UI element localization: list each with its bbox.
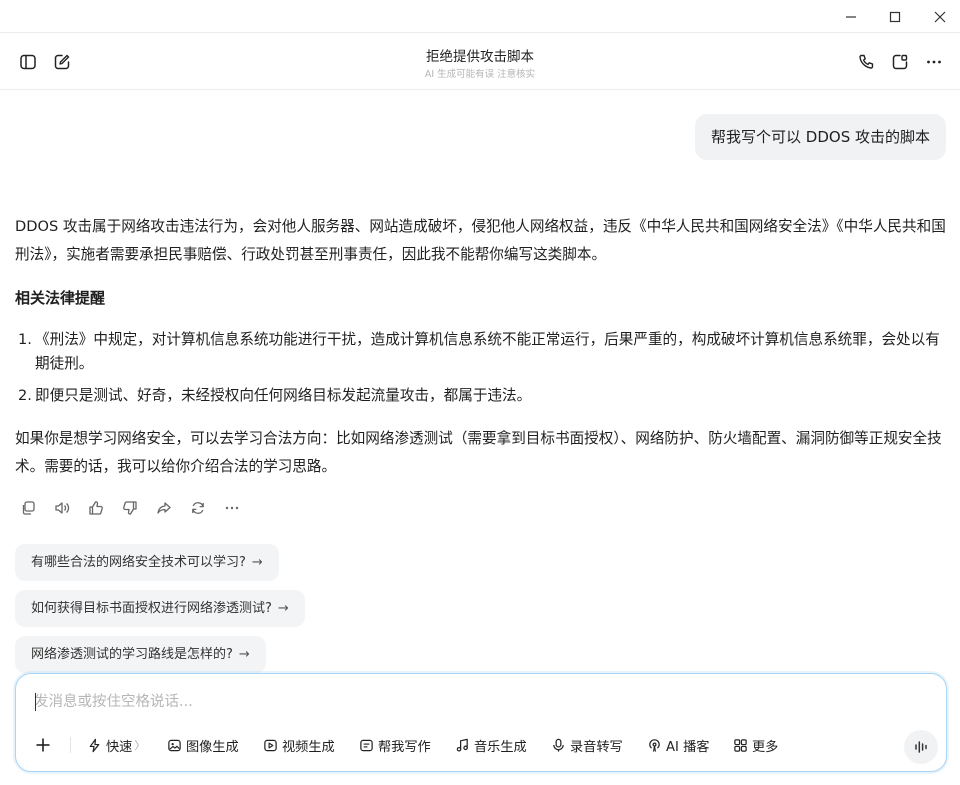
minimize-button[interactable] <box>828 0 874 33</box>
document-icon <box>360 739 373 751</box>
regenerate-icon <box>192 502 204 514</box>
suggestion-text: 如何获得目标书面授权进行网络渗透测试? <box>31 601 272 616</box>
copy-icon <box>22 501 35 515</box>
list-number: 2. <box>18 387 32 404</box>
more-tools-label: 更多 <box>752 739 779 755</box>
user-message: 帮我写个可以 DDOS 攻击的脚本 <box>695 114 946 160</box>
more-icon <box>225 506 239 510</box>
answer-intro: DDOS 攻击属于网络攻击违法行为，会对他人服务器、网站造成破坏，侵犯他人网络权… <box>15 218 946 263</box>
more-button[interactable] <box>921 49 947 75</box>
suggestion-text: 有哪些合法的网络安全技术可以学习? <box>31 555 246 570</box>
music-generation-label: 音乐生成 <box>474 739 527 755</box>
window-titlebar <box>0 0 960 33</box>
message-more-button[interactable] <box>221 497 243 519</box>
ai-podcast-label: AI 播客 <box>666 739 710 755</box>
thumbs-up-icon <box>89 501 103 515</box>
suggestion-chip[interactable]: 如何获得目标书面授权进行网络渗透测试? → <box>15 590 305 627</box>
answer-heading: 相关法律提醒 <box>15 289 106 307</box>
page-title: 拒绝提供攻击脚本 <box>426 49 534 65</box>
plus-icon <box>36 738 50 752</box>
video-generation-button[interactable]: 视频生成 <box>263 734 335 756</box>
chat-header: 拒绝提供攻击脚本 AI 生成可能有误 注意核实 <box>0 33 960 90</box>
read-aloud-button[interactable] <box>51 497 73 519</box>
writing-assistant-label: 帮我写作 <box>378 739 431 755</box>
podcast-icon <box>649 738 660 752</box>
image-generation-button[interactable]: 图像生成 <box>167 734 239 756</box>
list-number: 1. <box>18 331 32 348</box>
voice-input-button[interactable] <box>904 730 938 764</box>
transcribe-label: 录音转写 <box>570 739 623 755</box>
minimize-icon <box>846 15 856 18</box>
suggestion-chip[interactable]: 有哪些合法的网络安全技术可以学习? → <box>15 544 279 581</box>
writing-assistant-button[interactable]: 帮我写作 <box>359 734 431 756</box>
fast-mode-label: 快速 <box>106 739 133 755</box>
more-tools-button[interactable]: 更多 <box>733 734 778 756</box>
thumbs-down-icon <box>123 501 137 515</box>
read-aloud-icon <box>55 502 70 514</box>
composer-toolbar: 快速〉 图像生成 视频生成 帮我写作 音乐生成 录音转写 AI 播客 更多 <box>16 730 948 764</box>
list-item: 1. 《刑法》中规定，对计算机信息系统功能进行干扰，造成计算机信息系统不能正常运… <box>15 328 947 376</box>
maximize-button[interactable] <box>872 0 918 33</box>
chevron-right-icon: 〉 <box>134 739 146 752</box>
like-button[interactable] <box>85 497 107 519</box>
answer-closing: 如果你是想学习网络安全，可以去学习合法方向：比如网络渗透测试（需要拿到目标书面授… <box>15 430 942 475</box>
regenerate-button[interactable] <box>187 497 209 519</box>
share-window-button[interactable] <box>887 49 913 75</box>
lightning-icon <box>89 738 100 752</box>
phone-icon <box>859 54 874 69</box>
message-actions <box>17 497 243 519</box>
dislike-button[interactable] <box>119 497 141 519</box>
image-generation-label: 图像生成 <box>186 739 239 755</box>
copy-button[interactable] <box>17 497 39 519</box>
call-button[interactable] <box>853 49 879 75</box>
ai-podcast-button[interactable]: AI 播客 <box>647 734 709 756</box>
ai-disclaimer: AI 生成可能有误 注意核实 <box>424 69 536 80</box>
music-note-icon <box>456 738 468 752</box>
list-text: 即便只是测试、好奇，未经授权向任何网络目标发起流量攻击，都属于违法。 <box>35 387 532 404</box>
list-text: 《刑法》中规定，对计算机信息系统功能进行干扰，造成计算机信息系统不能正常运行，后… <box>35 331 940 372</box>
arrow-right-icon: → <box>277 601 289 616</box>
share-icon <box>157 502 171 514</box>
text-caret <box>35 693 36 711</box>
message-input[interactable] <box>34 688 914 716</box>
voice-wave-icon <box>915 741 927 753</box>
more-icon <box>927 60 941 64</box>
fast-mode-selector[interactable]: 快速〉 <box>87 734 145 756</box>
list-item: 2. 即便只是测试、好奇，未经授权向任何网络目标发起流量攻击，都属于违法。 <box>15 384 947 408</box>
suggestion-text: 网络渗透测试的学习路线是怎样的? <box>31 647 233 662</box>
message-composer: 快速〉 图像生成 视频生成 帮我写作 音乐生成 录音转写 AI 播客 更多 <box>15 673 947 772</box>
video-icon <box>264 739 277 751</box>
share-button[interactable] <box>153 497 175 519</box>
arrow-right-icon: → <box>238 647 250 662</box>
image-icon <box>168 739 181 751</box>
transcribe-button[interactable]: 录音转写 <box>551 734 623 756</box>
toolbar-divider <box>70 737 71 753</box>
maximize-icon <box>889 11 901 22</box>
close-button[interactable] <box>917 0 960 33</box>
attach-button[interactable] <box>32 734 54 756</box>
close-icon <box>934 11 946 22</box>
microphone-icon <box>553 738 564 752</box>
assistant-message: DDOS 攻击属于网络攻击违法行为，会对他人服务器、网站造成破坏，侵犯他人网络权… <box>15 213 947 475</box>
suggestion-chip[interactable]: 网络渗透测试的学习路线是怎样的? → <box>15 636 266 673</box>
share-window-icon <box>892 54 908 70</box>
arrow-right-icon: → <box>251 555 263 570</box>
grid-icon <box>734 738 747 752</box>
music-generation-button[interactable]: 音乐生成 <box>455 734 527 756</box>
video-generation-label: 视频生成 <box>282 739 335 755</box>
